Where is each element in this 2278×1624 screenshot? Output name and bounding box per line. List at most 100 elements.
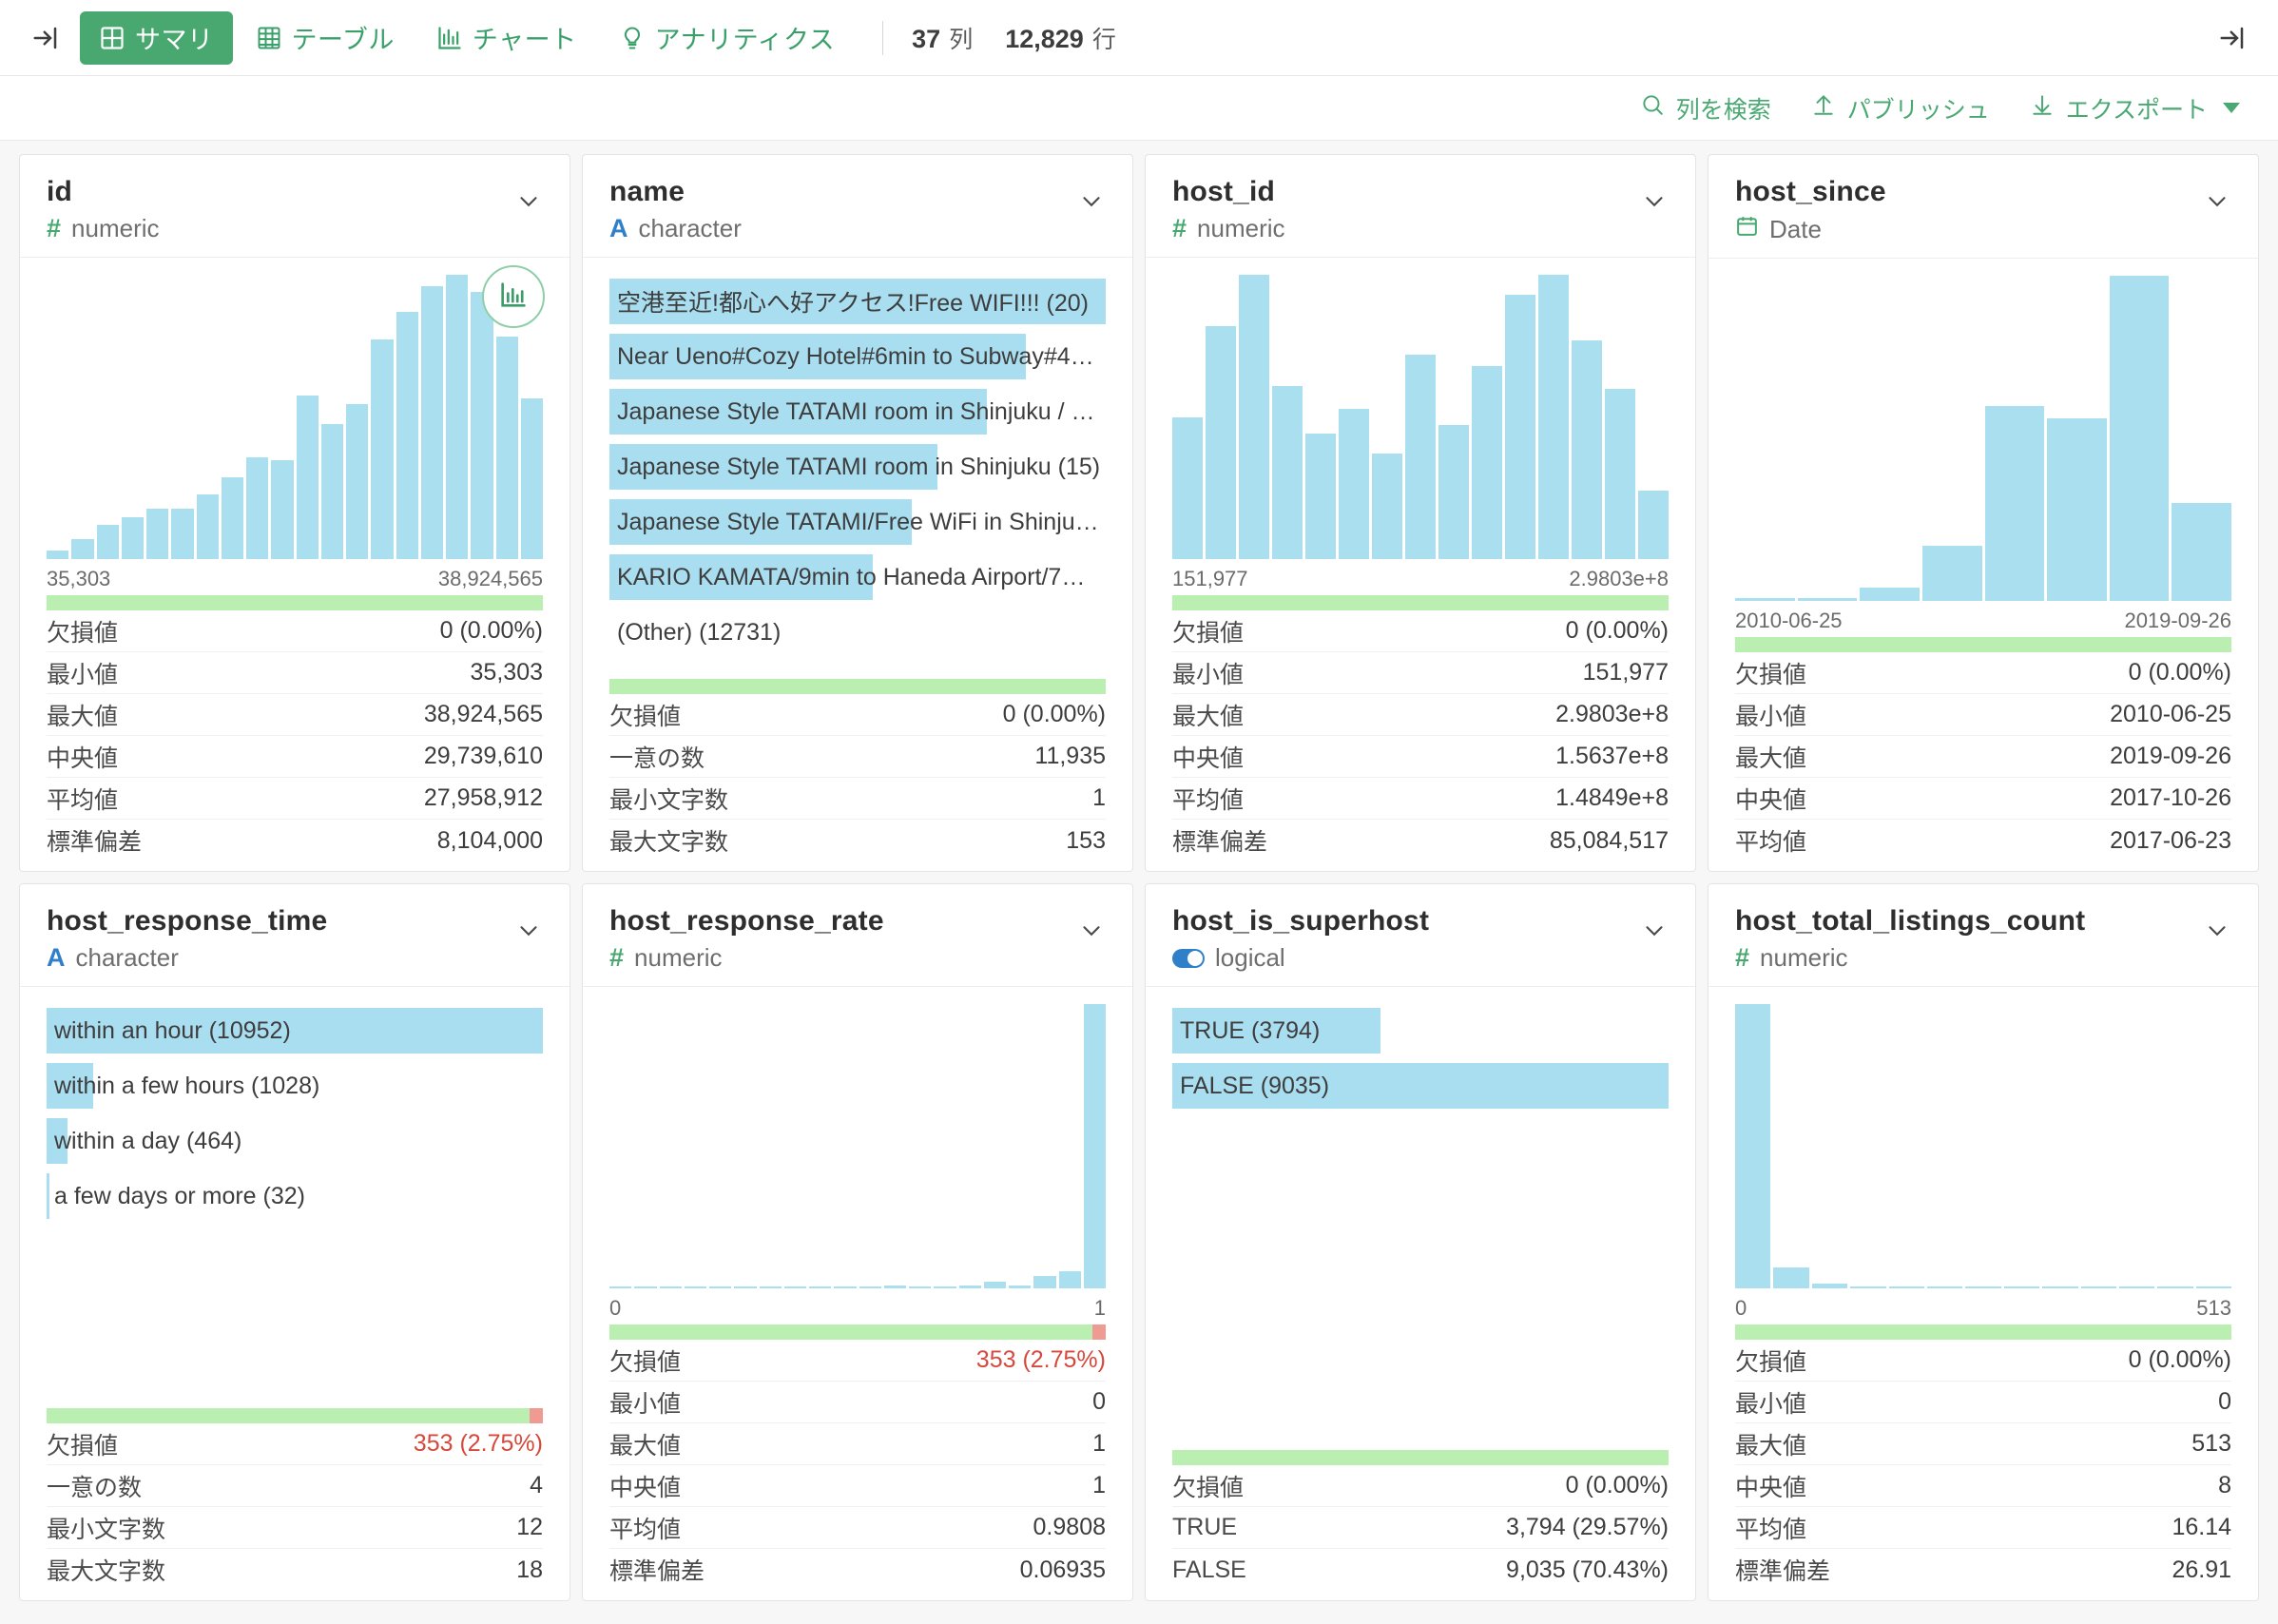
stat-value: 16.14 [2172,1514,2231,1540]
stat-value: 0 (0.00%) [1565,617,1669,644]
category-bar-row[interactable]: FALSE (9035) [1172,1063,1669,1109]
stat-label: 中央値 [1172,744,1245,772]
tab-summary-label: サマリ [135,26,214,54]
row-count-value: 12,829 [1005,24,1084,53]
card-menu-chevron-down-icon[interactable] [2199,184,2235,220]
stat-label: 最大値 [609,1432,682,1460]
tab-analytics-label: アナリティクス [654,26,836,54]
column-type: # numeric [1172,214,1669,243]
download-arrow-icon [2030,92,2055,124]
histogram-bar [71,539,94,559]
stat-value: 12 [516,1514,543,1540]
stat-label: 欠損値 [609,1348,682,1376]
category-bar-row[interactable]: Near Ueno#Cozy Hotel#6min to Subway#40mi… [609,334,1106,379]
stat-label: 欠損値 [47,619,119,647]
card-header: host_response_time Acharacter [20,884,570,987]
stat-label: 最小値 [609,1390,682,1418]
category-bar-row[interactable]: 空港至近!都心へ好アクセス!Free WIFI!!! (20) [609,279,1106,324]
category-bar-row[interactable]: within a day (464) [47,1118,543,1164]
card-menu-chevron-down-icon[interactable] [511,913,547,949]
missing-bar-complete [1735,637,2231,652]
stat-label: 欠損値 [1735,1348,1807,1376]
histogram-bar [146,508,169,559]
stat-value: 8,104,000 [436,826,543,854]
stat-value: 38,924,565 [423,701,543,727]
stat-label: 中央値 [47,744,119,772]
tab-table[interactable]: テーブル [237,11,414,65]
stat-value: 0 (0.00%) [1002,701,1106,727]
publish-button[interactable]: パブリッシュ [1811,91,1990,126]
stat-value: 513 [2191,1430,2231,1457]
card-menu-chevron-down-icon[interactable] [511,184,547,220]
histogram-bar [1984,405,2045,601]
column-card-host_total_listings_count: host_total_listings_count # numeric 0 513 欠損値… [1708,883,2259,1601]
stat-value: 29,739,610 [423,743,543,769]
missing-bar-missing [1091,1324,1106,1340]
stat-row: 平均値 1.4849e+8 [1172,778,1669,820]
stat-label: 中央値 [1735,1474,1807,1501]
export-button[interactable]: エクスポート [2030,91,2240,126]
tab-chart[interactable]: チャート [417,11,596,65]
missing-bar-complete [47,1408,530,1423]
stat-label: 最大値 [1735,744,1807,772]
category-bar-label: TRUE (3794) [1180,1016,1321,1044]
stat-value: 18 [516,1556,543,1583]
histogram-bar [320,423,343,559]
category-bar-label: FALSE (9035) [1180,1072,1330,1099]
stat-row: 一意の数 4 [47,1465,543,1507]
card-menu-chevron-down-icon[interactable] [2199,913,2235,949]
category-bar-row[interactable]: (Other) (12731) [609,609,1106,655]
open-chart-button[interactable] [482,265,545,328]
collapse-left-icon[interactable] [25,17,67,59]
missing-value-bar [1735,637,2231,652]
stat-value: 0 (0.00%) [1565,1472,1669,1498]
category-bar-label: within a day (464) [54,1127,242,1154]
missing-bar-complete [609,1324,1092,1340]
column-type: # numeric [609,943,1106,973]
row-count-group: 12,829 行 [1005,21,1116,55]
stat-label: 最小値 [1735,703,1807,730]
stat-label: 最小値 [1735,1390,1807,1418]
category-bar-row[interactable]: Japanese Style TATAMI/Free WiFi in Shinj… [609,499,1106,545]
category-bar-row[interactable]: within a few hours (1028) [47,1063,543,1109]
card-chart-area: 空港至近!都心へ好アクセス!Free WIFI!!! (20) Near Ueno… [583,258,1132,679]
stat-value: 1 [1092,784,1106,811]
histogram-bar [2172,503,2231,601]
stat-label: 欠損値 [1735,661,1807,688]
tab-summary[interactable]: サマリ [80,10,233,65]
category-bar-row[interactable]: within an hour (10952) [47,1008,543,1054]
category-bar-row[interactable]: Japanese Style TATAMI room in Shinjuku /… [609,389,1106,435]
tab-analytics[interactable]: アナリティクス [600,11,855,65]
histogram-bar [1860,588,1920,601]
card-menu-chevron-down-icon[interactable] [1073,913,1110,949]
category-bar-row[interactable]: KARIO KAMATA/9min to Haneda Airport/7min… [609,554,1106,600]
stat-value: 2017-06-23 [2110,826,2231,854]
stat-value: 3,794 (29.57%) [1506,1514,1669,1540]
column-count-unit: 列 [949,26,974,53]
category-bar-row[interactable]: a few days or more (32) [47,1173,543,1219]
axis-min-label: 0 [1735,1296,1747,1320]
type-glyph-icon: # [47,214,62,242]
stat-label: FALSE [1172,1556,1246,1583]
card-menu-chevron-down-icon[interactable] [1636,913,1672,949]
category-bar-row[interactable]: TRUE (3794) [1172,1008,1669,1054]
stat-value: 1.5637e+8 [1555,743,1669,769]
column-name: id [47,176,73,207]
stats-table: 欠損値 0 (0.00%) 最小値 151,977 最大値 2.9803e+8 中央値 1.5… [1146,610,1695,871]
category-bar-row[interactable]: Japanese Style TATAMI room in Shinjuku (… [609,444,1106,490]
stat-value: 85,084,517 [1549,826,1669,854]
histogram-bar [2047,418,2107,601]
search-columns-button[interactable]: 列を検索 [1640,91,1771,126]
expand-right-icon[interactable] [2211,17,2253,59]
stat-value: 0 [1092,1388,1106,1415]
category-bar-label: 空港至近!都心へ好アクセス!Free WIFI!!! (20) [617,290,1089,317]
histogram-chart: 01 [609,1004,1106,1324]
card-menu-chevron-down-icon[interactable] [1073,184,1110,220]
histogram-bar [346,404,369,559]
missing-bar-complete [1735,1324,2231,1340]
histogram-bar [420,285,443,559]
histogram-axis: 01 [609,1288,1106,1324]
card-menu-chevron-down-icon[interactable] [1636,184,1672,220]
stat-row: 欠損値 0 (0.00%) [1735,652,2231,694]
stat-value: 35,303 [470,659,543,686]
